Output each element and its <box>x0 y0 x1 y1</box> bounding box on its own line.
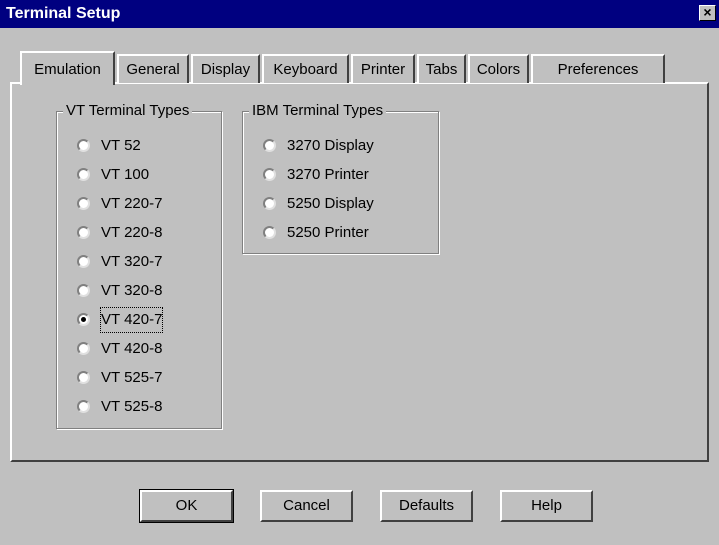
tab-tabs[interactable]: Tabs <box>417 54 466 83</box>
title-bar: Terminal Setup × <box>0 0 719 28</box>
vt-terminal-types-group: VT Terminal Types VT 52 VT 100 VT 220-7 … <box>56 102 222 429</box>
vt-group-label: VT Terminal Types <box>63 102 193 120</box>
window-title: Terminal Setup <box>6 5 121 22</box>
radio-button[interactable] <box>77 371 90 384</box>
tab-preferences[interactable]: Preferences <box>531 54 665 83</box>
tab-colors[interactable]: Colors <box>468 54 529 83</box>
close-icon[interactable]: × <box>699 5 716 21</box>
tab-emulation[interactable]: Emulation <box>20 51 115 85</box>
radio-button[interactable] <box>77 226 90 239</box>
tab-display[interactable]: Display <box>191 54 260 83</box>
radio-button[interactable] <box>77 168 90 181</box>
radio-button[interactable] <box>263 168 276 181</box>
tab-printer[interactable]: Printer <box>351 54 415 83</box>
radio-button[interactable] <box>77 197 90 210</box>
radio-button[interactable] <box>77 400 90 413</box>
ibm-terminal-types-group: IBM Terminal Types 3270 Display 3270 Pri… <box>242 102 439 254</box>
radio-button[interactable] <box>263 139 276 152</box>
radio-button[interactable] <box>263 226 276 239</box>
cancel-button[interactable]: Cancel <box>260 490 353 522</box>
ibm-group-label: IBM Terminal Types <box>249 102 387 120</box>
help-button[interactable]: Help <box>500 490 593 522</box>
radio-button[interactable] <box>263 197 276 210</box>
radio-button[interactable] <box>77 255 90 268</box>
radio-button[interactable] <box>77 342 90 355</box>
tab-general[interactable]: General <box>117 54 189 83</box>
radio-button[interactable] <box>77 139 90 152</box>
tab-keyboard[interactable]: Keyboard <box>262 54 349 83</box>
radio-button-selected[interactable] <box>77 313 90 326</box>
defaults-button[interactable]: Defaults <box>380 490 473 522</box>
ok-button[interactable]: OK <box>139 489 234 523</box>
radio-button[interactable] <box>77 284 90 297</box>
